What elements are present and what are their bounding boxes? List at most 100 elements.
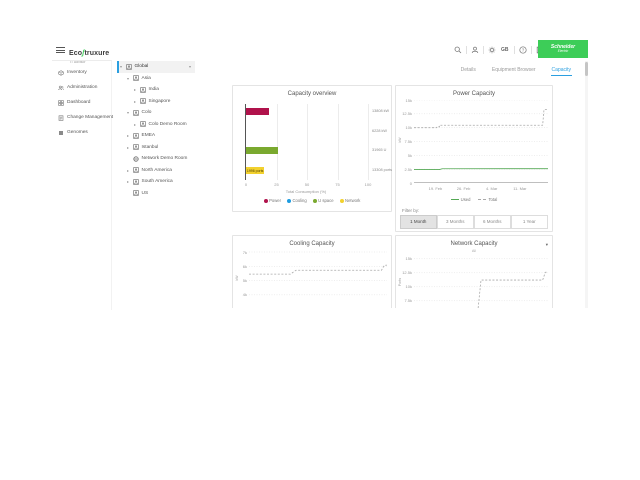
sidebar-item-change-management[interactable]: Change Management xyxy=(52,110,111,125)
y-tick-label: 0 xyxy=(396,181,412,186)
y-tick-label: 15k xyxy=(396,98,412,103)
legend-item-cooling: Cooling xyxy=(287,198,307,203)
filter-button-1-year[interactable]: 1 Year xyxy=(511,215,549,229)
globe-icon xyxy=(133,156,139,162)
grid-line xyxy=(307,104,308,180)
y-tick-label: 15k xyxy=(396,256,412,261)
y-tick-label: 10k xyxy=(396,125,412,130)
tree-menu-icon[interactable]: ▾ xyxy=(189,64,191,69)
dashboard-icon xyxy=(58,100,64,106)
filter-button-3-months[interactable]: 3 Months xyxy=(437,215,475,229)
tree-row-label: Network Demo Room xyxy=(142,156,188,161)
filter-button-group: 1 Month3 Months6 Months1 Year xyxy=(400,215,548,229)
chart-options-caret[interactable]: ▾ xyxy=(546,242,548,248)
schneider-logo[interactable]: Schneider Electric xyxy=(538,40,588,58)
tree-row-istanbul[interactable]: ▸Istanbul xyxy=(117,142,195,154)
tab-capacity[interactable]: Capacity xyxy=(551,67,572,77)
y-tick-label: 2.5k xyxy=(396,167,412,172)
x-tick-label: 100 xyxy=(359,182,377,187)
tree-row-label: Singapore xyxy=(149,99,171,104)
cooling-capacity-card: Cooling CapacitykW4k5k6k7k xyxy=(232,235,392,308)
help-icon[interactable]: ? xyxy=(519,46,527,54)
user-icon[interactable] xyxy=(471,46,479,54)
settings-gear-icon[interactable] xyxy=(488,46,496,54)
bar-network: 1996 ports xyxy=(246,167,264,174)
tab-details[interactable]: Details xyxy=(460,67,477,77)
tree-row-label: Asia xyxy=(142,76,151,81)
chart-subtitle: All xyxy=(396,249,552,253)
location-icon xyxy=(133,190,139,196)
menu-bar xyxy=(56,50,65,51)
tree-row-label: North America xyxy=(142,168,172,173)
change-management-icon xyxy=(58,115,64,121)
tree-row-emea[interactable]: ▸EMEA xyxy=(117,130,195,142)
tree-row-us[interactable]: US xyxy=(117,188,195,200)
location-icon xyxy=(133,167,139,173)
capacity-label-cooling: 6228 kW xyxy=(372,129,387,133)
search-icon[interactable] xyxy=(454,46,462,54)
grid-line xyxy=(277,104,278,180)
chart-title: Cooling Capacity xyxy=(233,241,391,247)
tree-row-colo[interactable]: ▾Colo xyxy=(117,107,195,119)
location-icon xyxy=(133,75,139,81)
scrollbar-thumb[interactable] xyxy=(585,62,588,76)
x-tick-label: 25 xyxy=(268,182,286,187)
bar-power xyxy=(246,108,269,115)
sidebar-item-label: Inventory xyxy=(67,70,87,75)
cooling_capacity-canvas xyxy=(249,248,387,308)
tree-row-label: US xyxy=(142,191,149,196)
tree-row-south-america[interactable]: ▸South America xyxy=(117,176,195,188)
bar-value-label: 1996 ports xyxy=(247,169,264,173)
y-tick-label: 7.5k xyxy=(396,139,412,144)
sidebar-item-label: Administration xyxy=(67,85,97,90)
legend-item-used: Used xyxy=(451,197,471,202)
divider xyxy=(514,46,515,54)
legend-label: Cooling xyxy=(292,198,306,203)
location-icon xyxy=(140,121,146,127)
y-tick-label: 4k xyxy=(231,292,247,297)
legend-item-power: Power xyxy=(264,198,281,203)
tab-equipment-browser[interactable]: Equipment Browser xyxy=(491,67,537,77)
tree-row-global[interactable]: ▾Global▾ xyxy=(117,61,195,73)
language-selector[interactable]: GB xyxy=(500,47,510,53)
chart-legend: Power Cooling U space Network xyxy=(233,198,391,203)
sidebar-item-administration[interactable]: Administration xyxy=(52,80,111,95)
legend-label: Power xyxy=(269,198,281,203)
tree-row-label: EMEA xyxy=(142,133,156,138)
filter-button-1-month[interactable]: 1 Month xyxy=(400,215,438,229)
legend-item-u-space: U space xyxy=(313,198,334,203)
legend-label: Used xyxy=(461,197,471,202)
legend-item-total: Total xyxy=(478,197,497,202)
tree-row-india[interactable]: ▸India xyxy=(117,84,195,96)
capacity-label-power: 13808 kW xyxy=(372,109,389,113)
capacity-label-network: 13308 ports xyxy=(372,168,392,172)
y-tick-label: 7k xyxy=(231,250,247,255)
sidebar-item-dashboard[interactable]: Dashboard xyxy=(52,95,111,110)
filter-button-6-months[interactable]: 6 Months xyxy=(474,215,512,229)
bar-plot: 025507510013808 kW6228 kW31965 U1996 por… xyxy=(245,104,368,180)
location-icon xyxy=(140,98,146,104)
tree-row-asia[interactable]: ▾Asia xyxy=(117,73,195,85)
legend-line-sample xyxy=(451,199,459,200)
x-axis-title: Total Consumption (%) xyxy=(233,189,379,194)
x-tick-label: 19. Feb xyxy=(425,186,445,191)
x-tick-label: 50 xyxy=(298,182,316,187)
tree-row-label: South America xyxy=(142,179,173,184)
chart-legend: Used Total xyxy=(396,197,552,202)
tree-row-singapore[interactable]: ▸Singapore xyxy=(117,96,195,108)
chart-title: Network Capacity xyxy=(396,241,552,247)
scrollbar-track[interactable] xyxy=(585,61,588,308)
legend-item-network: Network xyxy=(340,198,361,203)
tree-row-label: Istanbul xyxy=(142,145,159,150)
menu-icon[interactable] xyxy=(56,47,65,54)
genomes-icon xyxy=(58,130,64,136)
legend-label: Total xyxy=(488,197,497,202)
tree-row-north-america[interactable]: ▸North America xyxy=(117,165,195,177)
tree-row-network-demo-room[interactable]: Network Demo Room xyxy=(117,153,195,165)
tree-row-colo-demo-room[interactable]: ▸Colo Demo Room xyxy=(117,119,195,131)
tree-row-label: India xyxy=(149,87,159,92)
svg-text:?: ? xyxy=(521,48,524,53)
x-tick-label: 11. Mar xyxy=(510,186,530,191)
sidebar-item-genomes[interactable]: Genomes xyxy=(52,125,111,140)
sidebar-item-inventory[interactable]: Inventory xyxy=(52,65,111,80)
